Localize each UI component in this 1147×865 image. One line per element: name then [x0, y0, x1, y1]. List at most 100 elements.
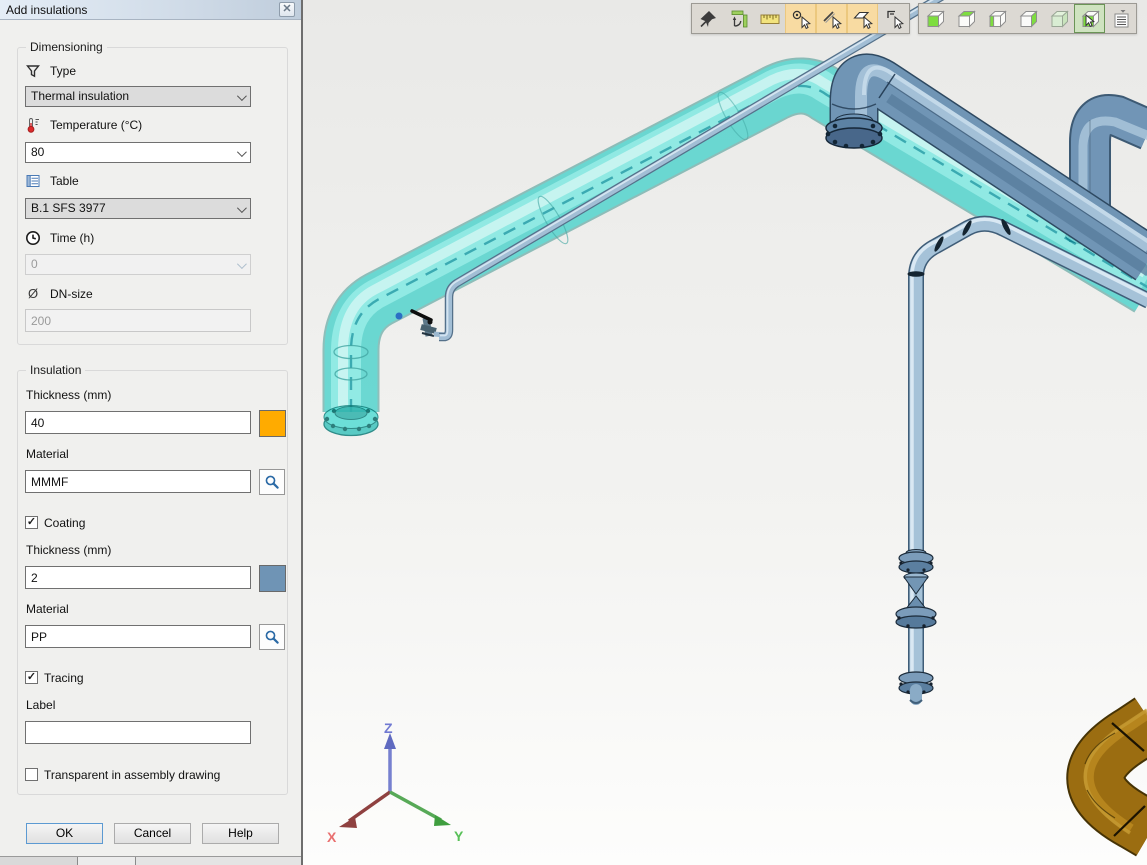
- pushpin-icon: [697, 8, 719, 30]
- table-icon: [25, 173, 41, 189]
- coating-material-label: Material: [26, 602, 69, 616]
- material-search-button[interactable]: [259, 469, 285, 495]
- transparent-checkbox[interactable]: [25, 768, 38, 781]
- toolbar-button-ruler[interactable]: [754, 4, 785, 33]
- toolbar-button-pushpin[interactable]: [692, 4, 723, 33]
- chevron-down-icon: [237, 91, 247, 101]
- time-label-row: Time (h): [25, 229, 94, 246]
- toolbar-button-snap-point[interactable]: [785, 4, 816, 33]
- toolbar-button-view-right[interactable]: [1012, 4, 1043, 33]
- clock-icon: [25, 230, 41, 246]
- temperature-select[interactable]: 80: [25, 142, 251, 163]
- toolbar-button-view-isometric[interactable]: [1043, 4, 1074, 33]
- tracing-checkbox[interactable]: ✓: [25, 671, 38, 684]
- time-select: 0: [25, 254, 251, 275]
- temperature-label-row: Temperature (°C): [25, 116, 142, 133]
- toolbar-button-snap-line[interactable]: [816, 4, 847, 33]
- toolbar-group-snap: [691, 3, 910, 34]
- dn-size-field: [25, 309, 251, 332]
- dialog-title: Add insulations: [0, 3, 87, 17]
- dn-size-label: DN-size: [50, 287, 93, 301]
- type-label: Type: [50, 64, 76, 78]
- tracing-checkbox-row[interactable]: ✓ Tracing: [25, 670, 84, 685]
- cancel-button[interactable]: Cancel: [114, 823, 191, 844]
- tracing-label: Tracing: [44, 671, 84, 685]
- coating-material-field[interactable]: [25, 625, 251, 648]
- material-field[interactable]: [25, 470, 251, 493]
- dialog-bottom-strip: [0, 856, 301, 865]
- viewport-toolbar: [691, 3, 1137, 34]
- x-axis-label: X: [327, 829, 337, 845]
- insulation-color-swatch[interactable]: [259, 410, 286, 437]
- time-label: Time (h): [50, 231, 94, 245]
- toolbar-button-view-pick-face[interactable]: [1074, 4, 1105, 33]
- snap-line-icon: [821, 8, 843, 30]
- view-left-icon: [986, 8, 1008, 30]
- toolbar-button-view-left[interactable]: [981, 4, 1012, 33]
- toolbar-button-snap-face[interactable]: [847, 4, 878, 33]
- ok-button[interactable]: OK: [26, 823, 103, 844]
- type-label-row: Type: [25, 62, 76, 79]
- transparent-label: Transparent in assembly drawing: [44, 768, 220, 782]
- label-label: Label: [26, 698, 55, 712]
- coating-material-search-button[interactable]: [259, 624, 285, 650]
- view-right-icon: [1017, 8, 1039, 30]
- toolbar-button-measure-dimension[interactable]: [723, 4, 754, 33]
- toolbar-button-view-front[interactable]: [919, 4, 950, 33]
- insulation-group: Insulation Thickness (mm) Material ✓ Coa…: [17, 370, 288, 795]
- measure-dimension-icon: [728, 8, 750, 30]
- chevron-down-icon: [237, 147, 247, 157]
- chevron-down-icon: [237, 259, 247, 269]
- toolbar-button-view-top[interactable]: [950, 4, 981, 33]
- transparent-checkbox-row[interactable]: Transparent in assembly drawing: [25, 767, 220, 782]
- add-insulations-dialog: Add insulations ✕ Dimensioning Type Ther…: [0, 0, 303, 865]
- coating-color-swatch[interactable]: [259, 565, 286, 592]
- view-top-icon: [955, 8, 977, 30]
- dimensioning-group: Dimensioning Type Thermal insulation Tem…: [17, 47, 288, 345]
- table-label-row: Table: [25, 172, 79, 189]
- table-label: Table: [50, 174, 79, 188]
- temperature-label: Temperature (°C): [50, 118, 142, 132]
- coating-thickness-field[interactable]: [25, 566, 251, 589]
- dialog-buttons: OK Cancel Help: [0, 823, 303, 844]
- view-front-icon: [924, 8, 946, 30]
- ruler-icon: [759, 8, 781, 30]
- coating-checkbox[interactable]: ✓: [25, 516, 38, 529]
- label-field[interactable]: [25, 721, 251, 744]
- close-icon[interactable]: ✕: [279, 2, 295, 17]
- view-pick-face-icon: [1079, 8, 1101, 30]
- toolbar-button-view-list[interactable]: [1105, 4, 1136, 33]
- 3d-viewport[interactable]: Z X Y: [303, 0, 1147, 865]
- chevron-down-icon: [237, 203, 247, 213]
- y-axis-label: Y: [454, 828, 464, 844]
- dimensioning-legend: Dimensioning: [26, 40, 107, 54]
- table-select[interactable]: B.1 SFS 3977: [25, 198, 251, 219]
- coating-thickness-label: Thickness (mm): [26, 543, 111, 557]
- dn-size-label-row: Ø DN-size: [25, 285, 93, 302]
- snap-face-icon: [852, 8, 874, 30]
- z-axis-label: Z: [384, 720, 393, 736]
- coating-checkbox-row[interactable]: ✓ Coating: [25, 515, 85, 530]
- snap-edge-icon: [883, 8, 905, 30]
- material-label: Material: [26, 447, 69, 461]
- toolbar-button-snap-edge[interactable]: [878, 4, 909, 33]
- search-icon: [263, 473, 281, 491]
- insulated-pipe-flange[interactable]: [324, 406, 378, 436]
- toolbar-group-views: [918, 3, 1137, 34]
- snap-point-icon: [790, 8, 812, 30]
- insulation-legend: Insulation: [26, 363, 85, 377]
- view-isometric-icon: [1048, 8, 1070, 30]
- view-list-icon: [1110, 8, 1132, 30]
- help-button[interactable]: Help: [202, 823, 279, 844]
- 3d-scene[interactable]: Z X Y: [303, 0, 1147, 865]
- coating-label: Coating: [44, 516, 85, 530]
- funnel-icon: [25, 63, 41, 79]
- support-point: [396, 313, 403, 320]
- thermometer-icon: [25, 117, 41, 133]
- dialog-titlebar[interactable]: Add insulations ✕: [0, 0, 301, 20]
- search-icon: [263, 628, 281, 646]
- type-select[interactable]: Thermal insulation: [25, 86, 251, 107]
- thickness-label: Thickness (mm): [26, 388, 111, 402]
- thickness-field[interactable]: [25, 411, 251, 434]
- diameter-icon: Ø: [25, 286, 41, 301]
